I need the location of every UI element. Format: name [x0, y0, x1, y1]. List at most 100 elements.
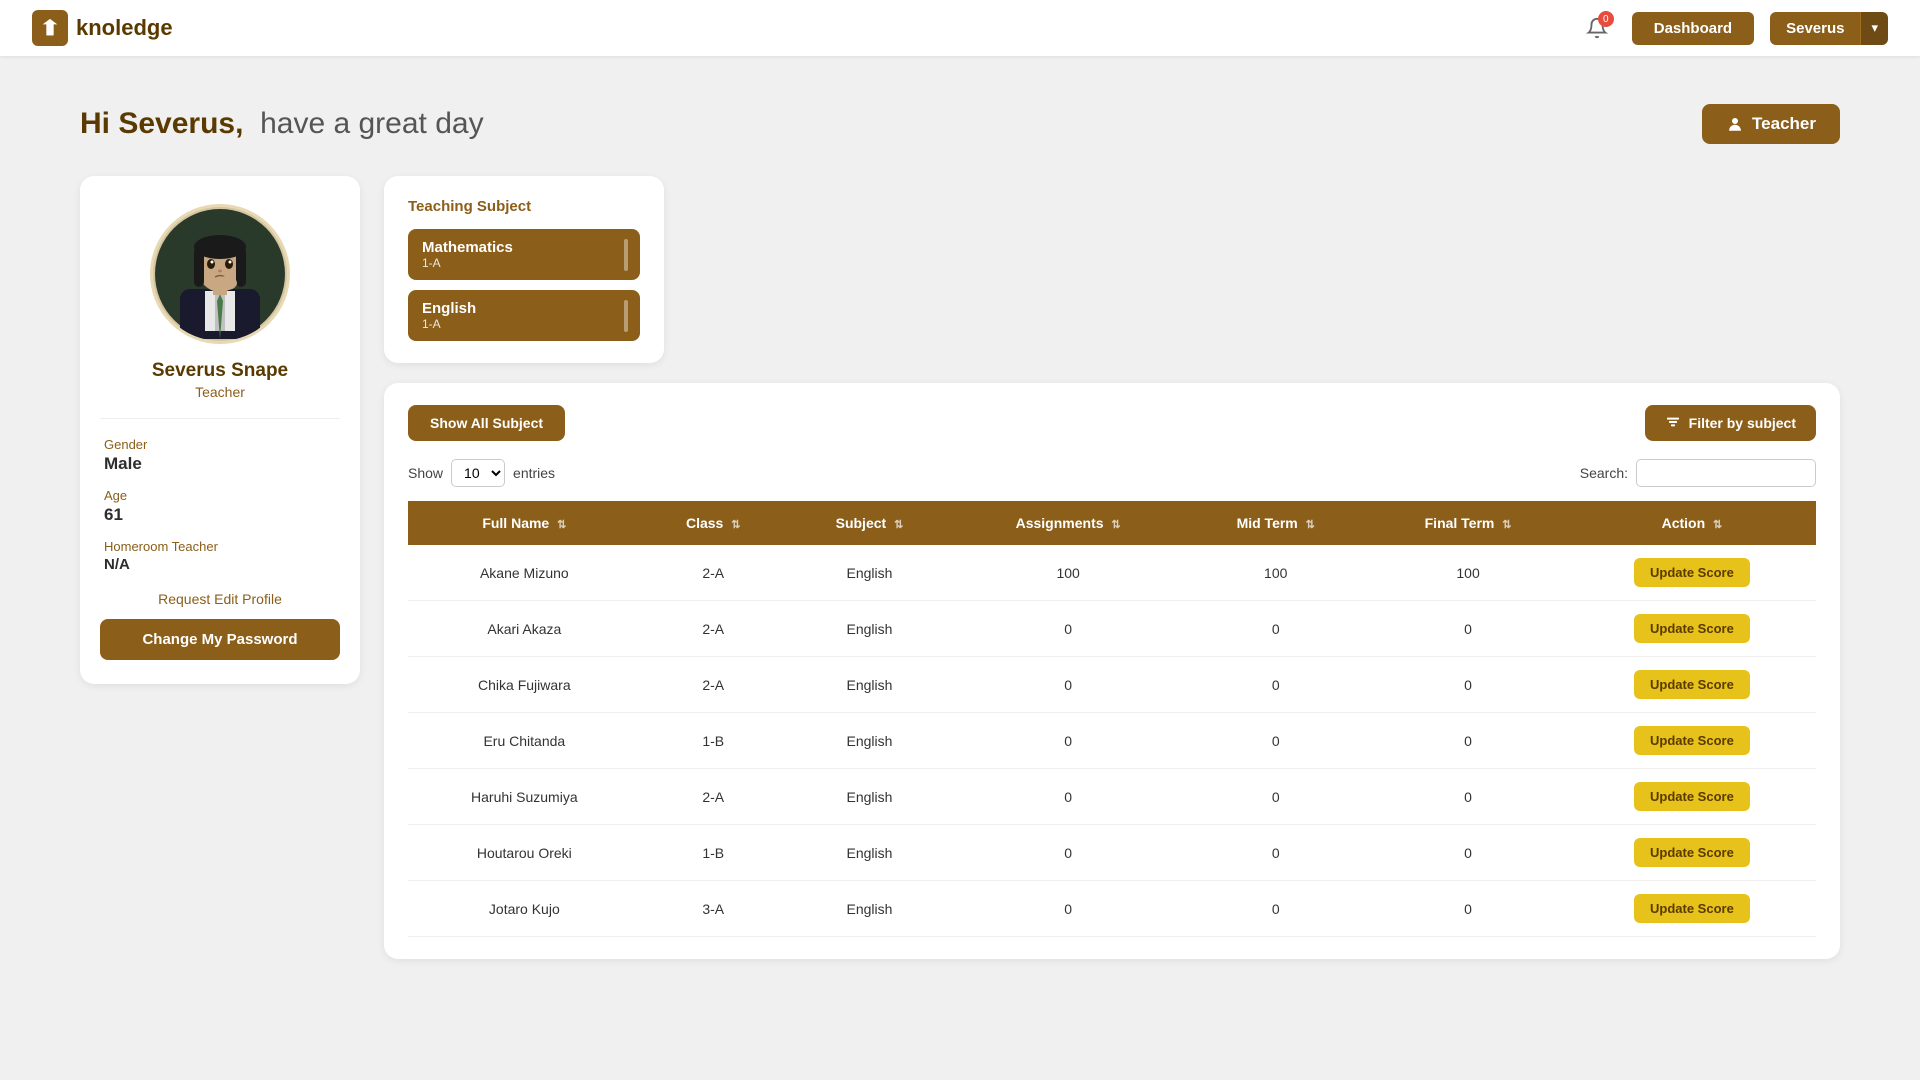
- subject-name-mathematics: Mathematics: [422, 239, 626, 256]
- greeting-name: Hi Severus,: [80, 107, 243, 140]
- cell-name: Haruhi Suzumiya: [408, 769, 641, 825]
- cell-finalterm: 0: [1368, 657, 1568, 713]
- table-row: Chika Fujiwara 2-A English 0 0 0 Update …: [408, 657, 1816, 713]
- cell-midterm: 0: [1183, 713, 1368, 769]
- table-row: Akari Akaza 2-A English 0 0 0 Update Sco…: [408, 601, 1816, 657]
- cell-class: 2-A: [641, 657, 786, 713]
- cell-finalterm: 0: [1368, 713, 1568, 769]
- change-password-button[interactable]: Change My Password: [100, 619, 340, 660]
- sort-icon-assignments: ⇅: [1111, 519, 1120, 531]
- entries-select[interactable]: 10 25 50: [451, 459, 505, 487]
- sort-icon-fullname: ⇅: [557, 519, 566, 531]
- subject-item-mathematics[interactable]: Mathematics 1-A: [408, 229, 640, 280]
- subject-class-english: 1-A: [422, 317, 626, 331]
- homeroom-label: Homeroom Teacher: [104, 539, 336, 554]
- table-row: Akane Mizuno 2-A English 100 100 100 Upd…: [408, 545, 1816, 601]
- cell-action: Update Score: [1568, 545, 1816, 601]
- cell-subject: English: [786, 713, 953, 769]
- cell-midterm: 0: [1183, 657, 1368, 713]
- cell-class: 2-A: [641, 601, 786, 657]
- search-label: Search:: [1580, 465, 1628, 481]
- cell-midterm: 100: [1183, 545, 1368, 601]
- table-controls: Show 10 25 50 entries Search:: [408, 459, 1816, 487]
- gender-value: Male: [104, 454, 336, 474]
- cell-midterm: 0: [1183, 825, 1368, 881]
- update-score-button[interactable]: Update Score: [1634, 614, 1750, 643]
- sort-icon-midterm: ⇅: [1306, 519, 1315, 531]
- cell-subject: English: [786, 657, 953, 713]
- subject-bar-mathematics: [624, 239, 628, 271]
- profile-card: Severus Snape Teacher Gender Male Age 61…: [80, 176, 360, 684]
- cell-midterm: 0: [1183, 881, 1368, 937]
- notification-button[interactable]: 0: [1578, 9, 1616, 47]
- cell-midterm: 0: [1183, 769, 1368, 825]
- avatar: [150, 204, 290, 344]
- entries-label: entries: [513, 465, 555, 481]
- cell-subject: English: [786, 825, 953, 881]
- greeting-heading: Hi Severus, have a great day: [80, 107, 484, 141]
- age-value: 61: [104, 505, 336, 525]
- search-row: Search:: [1580, 459, 1816, 487]
- cell-finalterm: 100: [1368, 545, 1568, 601]
- subject-bar-english: [624, 300, 628, 332]
- update-score-button[interactable]: Update Score: [1634, 838, 1750, 867]
- table-row: Houtarou Oreki 1-B English 0 0 0 Update …: [408, 825, 1816, 881]
- cell-name: Chika Fujiwara: [408, 657, 641, 713]
- homeroom-value: N/A: [104, 556, 336, 573]
- show-all-subject-button[interactable]: Show All Subject: [408, 405, 565, 441]
- show-label: Show: [408, 465, 443, 481]
- update-score-button[interactable]: Update Score: [1634, 670, 1750, 699]
- cell-subject: English: [786, 601, 953, 657]
- navbar-right: 0 Dashboard Severus ▾: [1578, 9, 1888, 47]
- scores-section: Show All Subject Filter by subject Show: [384, 383, 1840, 959]
- cell-name: Akari Akaza: [408, 601, 641, 657]
- filter-label: Filter by subject: [1689, 415, 1796, 431]
- update-score-button[interactable]: Update Score: [1634, 782, 1750, 811]
- cell-name: Jotaro Kujo: [408, 881, 641, 937]
- scores-top-row: Show All Subject Filter by subject: [408, 405, 1816, 441]
- sort-icon-finalterm: ⇅: [1502, 519, 1511, 531]
- top-cards-row: Teaching Subject Mathematics 1-A English…: [384, 176, 1840, 363]
- cell-subject: English: [786, 769, 953, 825]
- cell-class: 3-A: [641, 881, 786, 937]
- profile-role: Teacher: [195, 384, 245, 400]
- subject-item-english[interactable]: English 1-A: [408, 290, 640, 341]
- logo-icon: [32, 10, 68, 46]
- cell-name: Akane Mizuno: [408, 545, 641, 601]
- cell-subject: English: [786, 545, 953, 601]
- update-score-button[interactable]: Update Score: [1634, 894, 1750, 923]
- dashboard-button[interactable]: Dashboard: [1632, 12, 1754, 45]
- profile-name: Severus Snape: [152, 360, 288, 382]
- update-score-button[interactable]: Update Score: [1634, 558, 1750, 587]
- cell-class: 1-B: [641, 825, 786, 881]
- profile-info: Gender Male Age 61 Homeroom Teacher N/A: [100, 437, 340, 573]
- col-finalterm[interactable]: Final Term ⇅: [1368, 501, 1568, 545]
- request-edit-link[interactable]: Request Edit Profile: [158, 591, 282, 607]
- search-input[interactable]: [1636, 459, 1816, 487]
- user-name-button[interactable]: Severus: [1770, 12, 1860, 45]
- cell-class: 1-B: [641, 713, 786, 769]
- col-action[interactable]: Action ⇅: [1568, 501, 1816, 545]
- cell-action: Update Score: [1568, 825, 1816, 881]
- cell-finalterm: 0: [1368, 601, 1568, 657]
- col-fullname[interactable]: Full Name ⇅: [408, 501, 641, 545]
- cell-action: Update Score: [1568, 657, 1816, 713]
- col-midterm[interactable]: Mid Term ⇅: [1183, 501, 1368, 545]
- cell-finalterm: 0: [1368, 825, 1568, 881]
- col-class[interactable]: Class ⇅: [641, 501, 786, 545]
- table-row: Eru Chitanda 1-B English 0 0 0 Update Sc…: [408, 713, 1816, 769]
- main-content: Hi Severus, have a great day Teacher: [0, 56, 1920, 999]
- col-assignments[interactable]: Assignments ⇅: [953, 501, 1183, 545]
- subject-card-title: Teaching Subject: [408, 198, 640, 215]
- col-subject[interactable]: Subject ⇅: [786, 501, 953, 545]
- filter-by-subject-button[interactable]: Filter by subject: [1645, 405, 1816, 441]
- cell-assignments: 0: [953, 881, 1183, 937]
- teacher-badge-label: Teacher: [1752, 114, 1816, 134]
- cell-assignments: 0: [953, 769, 1183, 825]
- user-dropdown-button[interactable]: ▾: [1860, 12, 1888, 45]
- card-row: Severus Snape Teacher Gender Male Age 61…: [80, 176, 1840, 959]
- right-panel: Teaching Subject Mathematics 1-A English…: [384, 176, 1840, 959]
- update-score-button[interactable]: Update Score: [1634, 726, 1750, 755]
- cell-class: 2-A: [641, 769, 786, 825]
- profile-divider: [100, 418, 340, 419]
